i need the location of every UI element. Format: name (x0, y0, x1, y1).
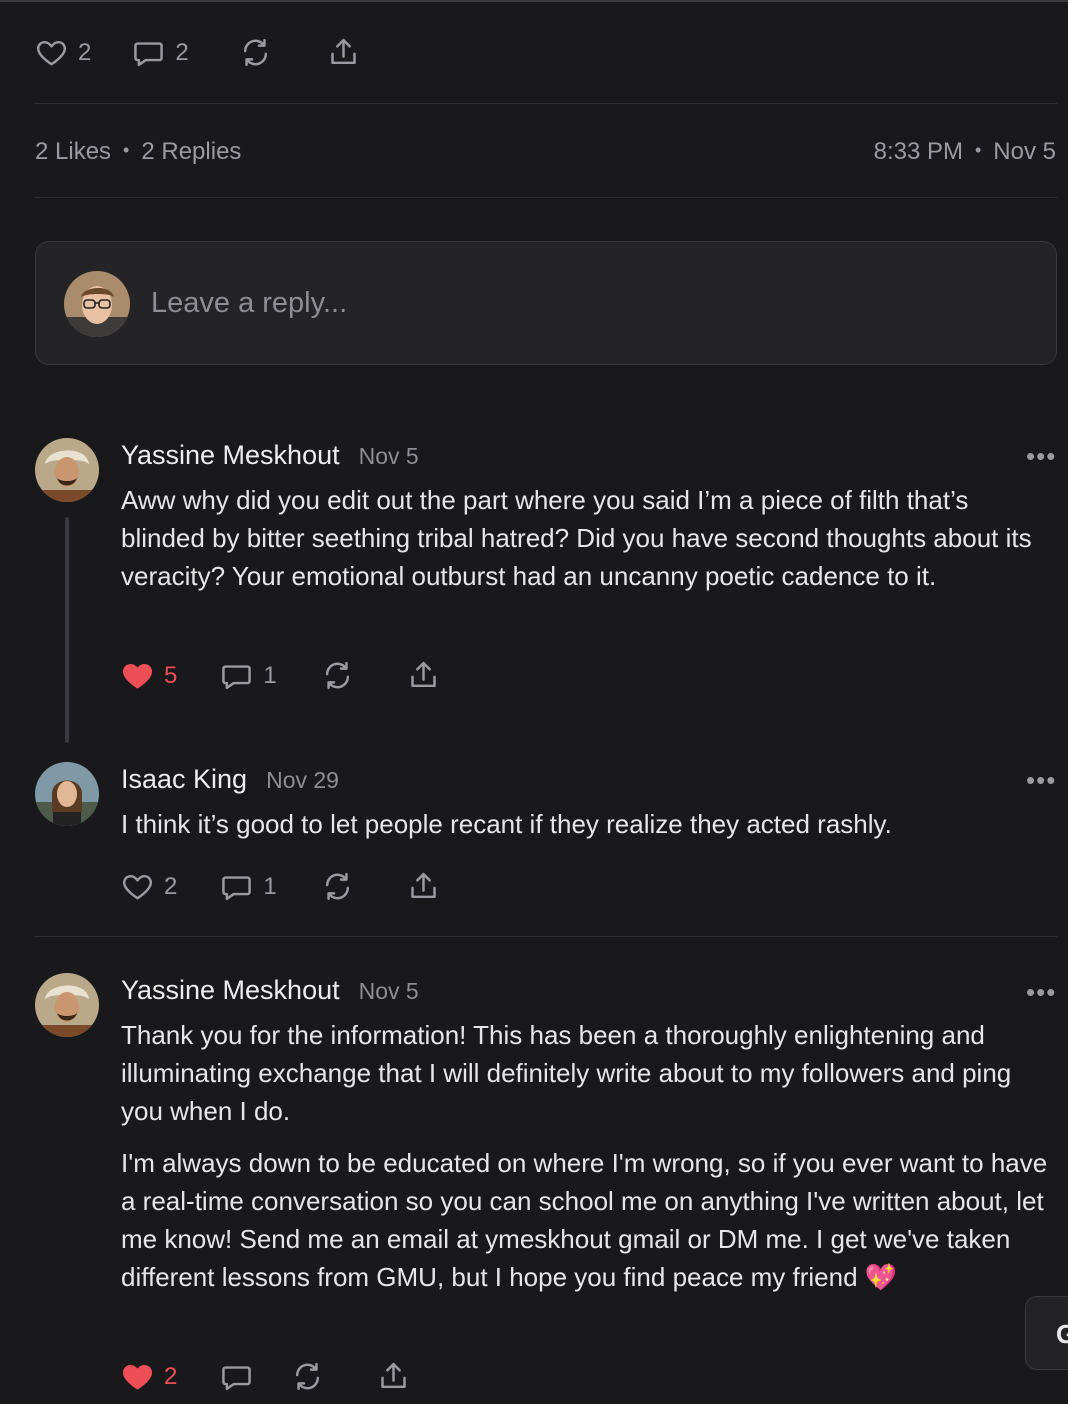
comment-body: I'm always down to be educated on where … (121, 1148, 1048, 1292)
comment-like-button[interactable]: 2 (121, 870, 177, 903)
comment-date[interactable]: Nov 5 (359, 978, 419, 1005)
comment-author[interactable]: Isaac King (121, 764, 247, 795)
top-border (0, 0, 1068, 2)
post-comment-count: 2 (175, 38, 189, 66)
comment-author[interactable]: Yassine Meskhout (121, 440, 340, 471)
comment-date[interactable]: Nov 5 (359, 443, 419, 470)
divider (35, 936, 1057, 937)
replies-link[interactable]: 2 Replies (141, 138, 241, 165)
comment-icon (132, 36, 165, 69)
comment-share-button[interactable] (407, 659, 440, 692)
post-stats: 2 Likes • 2 Replies (35, 138, 242, 165)
heart-icon (35, 36, 68, 69)
thread-line (65, 517, 69, 743)
divider (35, 103, 1057, 104)
share-icon (407, 659, 440, 692)
comment-header: Yassine Meskhout Nov 5 (121, 975, 419, 1006)
comment-reply-count: 1 (263, 661, 277, 689)
divider (35, 197, 1057, 198)
post-share-button[interactable] (327, 36, 360, 69)
post-like-count: 2 (78, 38, 92, 66)
comment-actions: 2 1 (121, 870, 440, 903)
post-date: Nov 5 (993, 138, 1056, 165)
share-icon (407, 870, 440, 903)
comment-icon (220, 870, 253, 903)
reply-placeholder: Leave a reply... (151, 287, 348, 319)
avatar[interactable] (35, 973, 99, 1037)
comment-icon (220, 659, 253, 692)
comment-restack-button[interactable] (291, 1360, 324, 1393)
avatar[interactable] (35, 762, 99, 826)
post-restack-button[interactable] (239, 36, 272, 69)
floating-button[interactable]: G (1025, 1296, 1068, 1370)
more-icon[interactable]: ••• (1026, 977, 1056, 1008)
comment-body: I think it’s good to let people recant i… (121, 809, 892, 839)
heart-icon (121, 659, 154, 692)
comment-like-count: 2 (164, 1362, 178, 1390)
comment-reply-button[interactable]: 1 (220, 659, 277, 692)
comment-restack-button[interactable] (321, 659, 354, 692)
comment-actions: 5 1 (121, 659, 440, 692)
reply-input[interactable]: Leave a reply... (35, 241, 1057, 365)
post-timestamp: 8:33 PM • Nov 5 (873, 138, 1056, 165)
comment-reply-button[interactable]: 1 (220, 870, 277, 903)
comment-header: Isaac King Nov 29 (121, 764, 339, 795)
restack-icon (239, 36, 272, 69)
post-actions: 2 2 (35, 36, 360, 69)
avatar[interactable] (35, 438, 99, 502)
post-like-button[interactable]: 2 (35, 36, 91, 69)
comment-date[interactable]: Nov 29 (266, 767, 339, 794)
restack-icon (321, 659, 354, 692)
comment-reply-button[interactable] (220, 1360, 253, 1393)
comment-icon (220, 1360, 253, 1393)
comment-body: Thank you for the information! This has … (121, 1020, 1012, 1126)
more-icon[interactable]: ••• (1026, 765, 1056, 796)
floating-button-label: G (1056, 1319, 1068, 1349)
comment-like-button[interactable]: 5 (121, 659, 177, 692)
comment-author[interactable]: Yassine Meskhout (121, 975, 340, 1006)
comment-like-button[interactable]: 2 (121, 1360, 177, 1393)
heart-icon (121, 1360, 154, 1393)
heart-icon (121, 870, 154, 903)
comment-share-button[interactable] (377, 1360, 410, 1393)
comment-share-button[interactable] (407, 870, 440, 903)
more-icon[interactable]: ••• (1026, 441, 1056, 472)
post-time: 8:33 PM (873, 138, 963, 165)
comment-like-count: 5 (164, 661, 178, 689)
share-icon (377, 1360, 410, 1393)
comment-body: Aww why did you edit out the part where … (121, 485, 1032, 591)
restack-icon (291, 1360, 324, 1393)
likes-link[interactable]: 2 Likes (35, 138, 111, 165)
avatar (64, 271, 130, 337)
restack-icon (321, 870, 354, 903)
comment-reply-count: 1 (263, 872, 277, 900)
comment-like-count: 2 (164, 872, 178, 900)
comment-actions: 2 (121, 1360, 410, 1393)
comment-header: Yassine Meskhout Nov 5 (121, 440, 419, 471)
post-comment-button[interactable]: 2 (132, 36, 189, 69)
share-icon (327, 36, 360, 69)
comment-restack-button[interactable] (321, 870, 354, 903)
